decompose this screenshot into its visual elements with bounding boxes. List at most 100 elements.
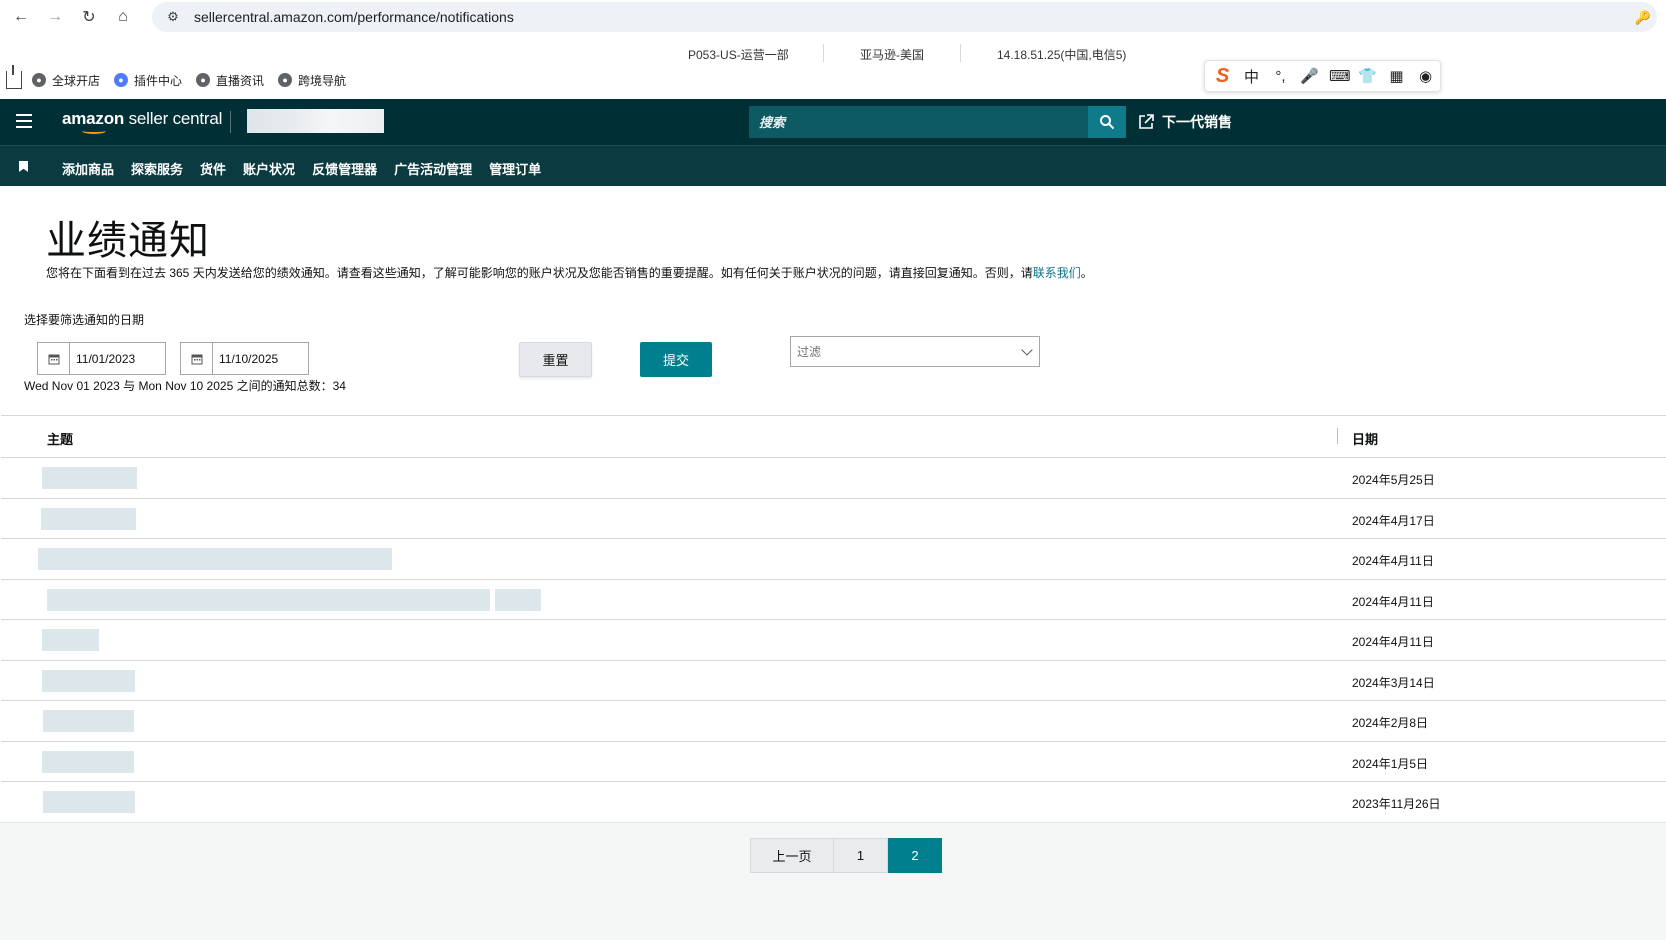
filter-dropdown[interactable]: 过滤 (790, 336, 1040, 367)
notification-count-summary: Wed Nov 01 2023 与 Mon Nov 10 2025 之间的通知总… (24, 379, 346, 393)
nav-campaign-manager[interactable]: 广告活动管理 (394, 159, 472, 178)
table-row[interactable]: 2024年4月11日 (1, 580, 1666, 620)
forward-icon[interactable]: → (44, 6, 66, 28)
share-icon[interactable] (6, 65, 22, 89)
seller-central-header: amazon seller central 下一代销售 (0, 99, 1666, 145)
notification-date: 2024年5月25日 (1352, 473, 1435, 487)
chevron-down-icon (1021, 344, 1033, 356)
microphone-icon[interactable]: 🎤 (1300, 67, 1319, 85)
filter-placeholder: 过滤 (797, 345, 822, 359)
pagination: 上一页 1 2 (750, 838, 942, 873)
redacted-subject[interactable] (42, 629, 99, 651)
page-title: 业绩通知 (46, 219, 210, 263)
end-date-field[interactable] (180, 342, 309, 375)
redacted-subject[interactable] (42, 467, 137, 489)
redacted-subject[interactable] (42, 669, 135, 692)
ime-toolbar: S 中 °, 🎤 ⌨ 👕 ▦ ◉ (1204, 60, 1441, 92)
nav-feedback-manager[interactable]: 反馈管理器 (312, 159, 377, 178)
start-date-field[interactable] (37, 342, 166, 375)
divider (823, 44, 824, 62)
page-1-button[interactable]: 1 (834, 838, 888, 873)
end-date-input[interactable] (213, 351, 303, 366)
globe-icon: ● (32, 73, 46, 87)
bookmark-item[interactable]: ● 全球开店 (32, 72, 100, 89)
notification-date: 2024年3月14日 (1352, 675, 1435, 690)
site-settings-icon[interactable]: ⚙ (164, 8, 182, 26)
table-row[interactable]: 2024年4月11日 (1, 539, 1666, 580)
search-input[interactable] (759, 114, 1079, 130)
redacted-subject[interactable] (42, 750, 134, 773)
globe-icon: ● (278, 73, 293, 87)
search-button[interactable] (1088, 106, 1126, 138)
date-filter-label: 选择要筛选通知的日期 (24, 313, 145, 327)
apps-grid-icon[interactable]: ▦ (1387, 67, 1406, 85)
page-description: 您将在下面看到在过去 365 天内发送给您的绩效通知。请查看这些通知，了解可能影… (46, 266, 1093, 280)
hamburger-menu-icon[interactable] (16, 114, 32, 128)
contact-us-link[interactable]: 联系我们 (1033, 266, 1081, 280)
redacted-subject[interactable] (43, 791, 135, 813)
divider (230, 111, 231, 133)
redacted-subject[interactable] (41, 507, 136, 530)
column-header-date[interactable]: 日期 (1352, 429, 1378, 448)
notifications-table: 主题 日期 2024年5月25日 2024年4月17日 2024年4月11日 2… (1, 415, 1666, 823)
table-row[interactable]: 2024年4月11日 (1, 620, 1666, 661)
mascot-icon[interactable]: ◉ (1416, 67, 1435, 85)
calendar-icon[interactable] (181, 343, 213, 374)
submit-button[interactable]: 提交 (640, 342, 712, 377)
skin-icon[interactable]: 👕 (1358, 67, 1377, 85)
table-row[interactable]: 2024年2月8日 (1, 701, 1666, 742)
url-text: sellercentral.amazon.com/performance/not… (194, 9, 514, 25)
nav-account-health[interactable]: 账户状况 (243, 159, 295, 178)
table-row[interactable]: 2024年1月5日 (1, 742, 1666, 782)
notification-date: 2024年4月11日 (1352, 635, 1434, 649)
store-marketplace: 亚马逊-美国 (860, 48, 924, 62)
globe-icon: ● (196, 73, 211, 87)
redacted-subject[interactable] (495, 588, 541, 611)
ime-language-toggle[interactable]: 中 (1242, 66, 1261, 87)
bookmark-icon[interactable] (19, 161, 28, 172)
search-field[interactable] (749, 106, 1089, 138)
table-row[interactable]: 2024年5月25日 (1, 458, 1666, 499)
nav-shipments[interactable]: 货件 (200, 159, 226, 178)
nav-add-products[interactable]: 添加商品 (62, 159, 114, 178)
home-icon[interactable]: ⌂ (112, 6, 134, 28)
notification-date: 2024年4月17日 (1352, 513, 1435, 528)
key-icon[interactable]: 🔑 (1635, 10, 1651, 26)
account-switcher[interactable] (247, 109, 384, 133)
reset-button[interactable]: 重置 (519, 342, 592, 377)
redacted-subject[interactable] (43, 710, 134, 732)
address-bar[interactable]: ⚙ sellercentral.amazon.com/performance/n… (152, 2, 1657, 32)
previous-page-button[interactable]: 上一页 (750, 838, 834, 873)
column-header-subject[interactable]: 主题 (47, 429, 73, 448)
column-divider (1337, 428, 1338, 444)
redacted-subject[interactable] (47, 588, 490, 611)
reload-icon[interactable]: ↻ (78, 6, 100, 28)
calendar-icon[interactable] (38, 343, 70, 374)
bookmark-item[interactable]: ● 插件中心 (114, 72, 182, 89)
bookmark-item[interactable]: ● 跨境导航 (278, 72, 346, 89)
table-row[interactable]: 2024年4月17日 (1, 499, 1666, 539)
amazon-seller-central-logo[interactable]: amazon seller central (62, 109, 222, 134)
back-icon[interactable]: ← (10, 6, 32, 28)
redacted-subject[interactable] (38, 548, 392, 570)
store-ip: 14.18.51.25(中国,电信5) (997, 48, 1127, 62)
sogou-logo-icon[interactable]: S (1213, 65, 1232, 88)
external-link-icon (1139, 114, 1154, 129)
nav-manage-orders[interactable]: 管理订单 (489, 159, 541, 178)
punctuation-icon[interactable]: °, (1271, 68, 1290, 85)
bookmark-item[interactable]: ● 直播资讯 (196, 72, 264, 89)
main-nav-menu: 添加商品 探索服务 货件 账户状况 反馈管理器 广告活动管理 管理订单 (0, 145, 1666, 186)
bookmarks-bar: ● 全球开店 ● 插件中心 ● 直播资讯 ● 跨境导航 (0, 65, 360, 92)
keyboard-icon[interactable]: ⌨ (1329, 67, 1351, 85)
next-gen-selling-link[interactable]: 下一代销售 (1138, 112, 1232, 132)
search-icon (1100, 115, 1115, 130)
notification-date: 2024年4月11日 (1352, 594, 1434, 609)
table-row[interactable]: 2023年11月26日 (1, 782, 1666, 823)
table-row[interactable]: 2024年3月14日 (1, 661, 1666, 701)
plugin-icon: ● (114, 73, 129, 87)
page-2-button[interactable]: 2 (888, 838, 942, 873)
start-date-input[interactable] (70, 351, 160, 366)
nav-explore-services[interactable]: 探索服务 (131, 159, 183, 178)
notification-date: 2024年4月11日 (1352, 554, 1434, 568)
notification-date: 2024年2月8日 (1352, 716, 1429, 730)
